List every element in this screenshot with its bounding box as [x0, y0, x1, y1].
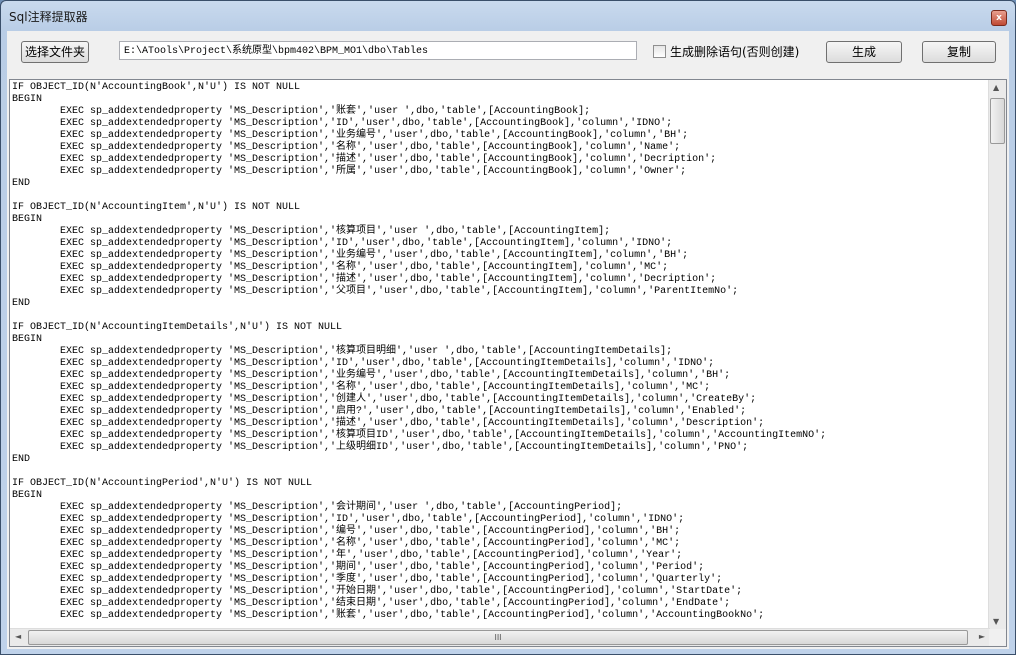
code-line: EXEC sp_addextendedproperty 'MS_Descript…: [12, 526, 681, 537]
scrollbar-corner: [989, 629, 1006, 646]
code-line: EXEC sp_addextendedproperty 'MS_Descript…: [12, 406, 747, 417]
code-line: EXEC sp_addextendedproperty 'MS_Descript…: [12, 274, 717, 285]
code-line: EXEC sp_addextendedproperty 'MS_Descript…: [12, 238, 673, 249]
select-folder-button[interactable]: 选择文件夹: [21, 41, 89, 63]
code-line: EXEC sp_addextendedproperty 'MS_Descript…: [12, 574, 723, 585]
code-line: EXEC sp_addextendedproperty 'MS_Descript…: [12, 394, 757, 405]
copy-button[interactable]: 复制: [922, 41, 996, 63]
code-line: EXEC sp_addextendedproperty 'MS_Descript…: [12, 370, 731, 381]
code-line: IF OBJECT_ID(N'AccountingItemDetails',N'…: [12, 322, 343, 333]
horizontal-scroll-thumb[interactable]: III: [28, 630, 968, 645]
generate-drop-checkbox[interactable]: [653, 45, 666, 58]
code-line: EXEC sp_addextendedproperty 'MS_Descript…: [12, 262, 669, 273]
folder-path-input[interactable]: E:\ATools\Project\系统原型\bpm402\BPM_MO1\db…: [119, 41, 637, 60]
code-line: EXEC sp_addextendedproperty 'MS_Descript…: [12, 250, 689, 261]
code-line: EXEC sp_addextendedproperty 'MS_Descript…: [12, 106, 591, 117]
code-line: EXEC sp_addextendedproperty 'MS_Descript…: [12, 442, 749, 453]
code-line: EXEC sp_addextendedproperty 'MS_Descript…: [12, 346, 673, 357]
sql-code: IF OBJECT_ID(N'AccountingBook',N'U') IS …: [12, 82, 826, 622]
scroll-up-icon[interactable]: ▲: [993, 83, 999, 92]
code-line: END: [12, 454, 31, 465]
code-line: EXEC sp_addextendedproperty 'MS_Descript…: [12, 562, 705, 573]
code-line: EXEC sp_addextendedproperty 'MS_Descript…: [12, 166, 687, 177]
close-button[interactable]: x: [991, 10, 1007, 26]
window-title: Sql注释提取器: [9, 10, 88, 24]
code-line: IF OBJECT_ID(N'AccountingBook',N'U') IS …: [12, 82, 301, 93]
code-line: BEGIN: [12, 214, 43, 225]
code-line: EXEC sp_addextendedproperty 'MS_Descript…: [12, 430, 827, 441]
code-line: EXEC sp_addextendedproperty 'MS_Descript…: [12, 382, 711, 393]
code-line: EXEC sp_addextendedproperty 'MS_Descript…: [12, 610, 765, 621]
vertical-scroll-thumb[interactable]: [990, 98, 1005, 144]
code-line: EXEC sp_addextendedproperty 'MS_Descript…: [12, 154, 717, 165]
code-line: EXEC sp_addextendedproperty 'MS_Descript…: [12, 142, 681, 153]
code-line: BEGIN: [12, 334, 43, 345]
code-line: IF OBJECT_ID(N'AccountingPeriod',N'U') I…: [12, 478, 313, 489]
code-line: IF OBJECT_ID(N'AccountingItem',N'U') IS …: [12, 202, 301, 213]
sql-output-textarea[interactable]: IF OBJECT_ID(N'AccountingBook',N'U') IS …: [9, 79, 1007, 647]
generate-drop-checkbox-label[interactable]: 生成删除语句(否则创建): [670, 43, 799, 60]
code-line: END: [12, 298, 31, 309]
code-line: EXEC sp_addextendedproperty 'MS_Descript…: [12, 598, 731, 609]
code-line: EXEC sp_addextendedproperty 'MS_Descript…: [12, 502, 623, 513]
app-window: Sql注释提取器 x 选择文件夹 E:\ATools\Project\系统原型\…: [0, 0, 1016, 655]
code-line: EXEC sp_addextendedproperty 'MS_Descript…: [12, 358, 715, 369]
code-line: BEGIN: [12, 490, 43, 501]
code-line: EXEC sp_addextendedproperty 'MS_Descript…: [12, 514, 685, 525]
generate-button[interactable]: 生成: [826, 41, 902, 63]
scroll-down-icon[interactable]: ▼: [993, 617, 999, 626]
scroll-right-icon[interactable]: ►: [979, 632, 985, 641]
code-line: EXEC sp_addextendedproperty 'MS_Descript…: [12, 226, 611, 237]
code-line: END: [12, 178, 31, 189]
code-line: EXEC sp_addextendedproperty 'MS_Descript…: [12, 286, 739, 297]
code-line: EXEC sp_addextendedproperty 'MS_Descript…: [12, 130, 689, 141]
code-line: BEGIN: [12, 94, 43, 105]
code-line: EXEC sp_addextendedproperty 'MS_Descript…: [12, 118, 673, 129]
code-line: EXEC sp_addextendedproperty 'MS_Descript…: [12, 550, 683, 561]
vertical-scrollbar[interactable]: ▲ ▼: [988, 80, 1006, 629]
code-line: EXEC sp_addextendedproperty 'MS_Descript…: [12, 418, 765, 429]
code-line: EXEC sp_addextendedproperty 'MS_Descript…: [12, 586, 743, 597]
client-area: 选择文件夹 E:\ATools\Project\系统原型\bpm402\BPM_…: [7, 31, 1009, 649]
code-line: EXEC sp_addextendedproperty 'MS_Descript…: [12, 538, 681, 549]
scroll-left-icon[interactable]: ◄: [15, 632, 21, 641]
horizontal-scrollbar[interactable]: ◄ III ►: [10, 628, 990, 646]
